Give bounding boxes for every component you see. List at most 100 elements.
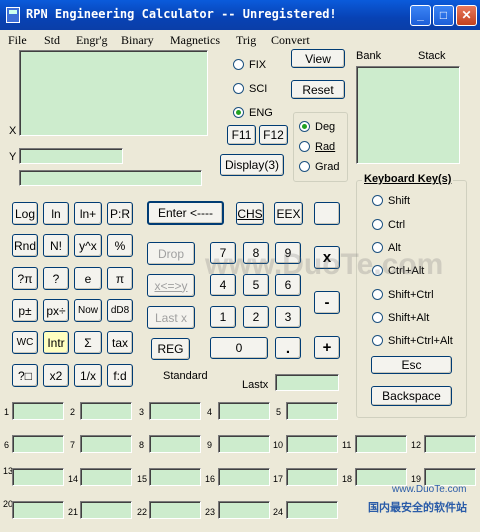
question-button[interactable]: ? [43, 267, 69, 290]
reg-num: 8 [139, 440, 145, 450]
register-10 [286, 435, 338, 453]
lastx-label: Lastx [242, 379, 269, 391]
intr-button[interactable]: Intr [43, 331, 69, 354]
reg-num: 4 [207, 407, 213, 417]
grad-radio[interactable] [299, 161, 310, 172]
rnd-button[interactable]: Rnd [12, 234, 38, 257]
wc-button[interactable]: WC [12, 331, 38, 354]
menu-engrg[interactable]: Engr'g [76, 33, 108, 48]
watermark: www.DuoTe.com [205, 248, 444, 281]
menu-binary[interactable]: Binary [121, 33, 154, 48]
shift-radio[interactable] [372, 195, 383, 206]
px-div-button[interactable]: px÷ [43, 299, 69, 322]
p-plusminus-button[interactable]: p± [12, 299, 38, 322]
menu-convert[interactable]: Convert [271, 33, 310, 48]
reg-num: 23 [205, 507, 216, 517]
fd-button[interactable]: f:d [107, 364, 133, 387]
enter-button[interactable]: Enter <---- [147, 201, 224, 225]
shift-ctrl-alt-radio[interactable] [372, 335, 383, 346]
display3-button[interactable]: Display(3) [220, 154, 284, 176]
reg-button[interactable]: REG [151, 338, 190, 360]
swap-xy-button[interactable]: x<=>y [147, 274, 195, 297]
y-label: Y [9, 151, 17, 163]
standard-label: Standard [163, 370, 208, 382]
ctrl-radio[interactable] [372, 219, 383, 230]
eng-label: ENG [249, 107, 273, 119]
reset-button[interactable]: Reset [291, 80, 345, 99]
pi-button[interactable]: π [107, 267, 133, 290]
register-21 [80, 501, 132, 519]
reg-num: 3 [139, 407, 145, 417]
eng-radio[interactable] [233, 107, 244, 118]
reg-num: 14 [68, 474, 79, 484]
add-button[interactable]: + [314, 336, 340, 359]
x2-button[interactable]: x2 [43, 364, 69, 387]
esc-button[interactable]: Esc [371, 356, 452, 374]
register-3 [149, 402, 201, 420]
percent-button[interactable]: % [107, 234, 133, 257]
register-17 [286, 468, 338, 486]
pr-button[interactable]: P:R [107, 202, 133, 225]
eex-button[interactable]: EEX [274, 202, 303, 225]
e-button[interactable]: e [74, 267, 102, 290]
register-12 [424, 435, 476, 453]
title-bar: RPN Engineering Calculator -- Unregister… [0, 0, 480, 30]
keyboard-title: Keyboard Key(s) [362, 173, 454, 185]
subtract-button[interactable]: - [314, 291, 340, 314]
ypowx-button[interactable]: y^x [74, 234, 102, 257]
menu-std[interactable]: Std [44, 33, 60, 48]
drop-button[interactable]: Drop [147, 242, 195, 265]
log-button[interactable]: Log [12, 202, 38, 225]
shift-ctrl-alt-label: Shift+Ctrl+Alt [388, 335, 453, 347]
last-x-button[interactable]: Last x [147, 306, 195, 329]
ln-button[interactable]: ln [43, 202, 69, 225]
qbox-button[interactable]: ?□ [12, 364, 38, 387]
rad-radio[interactable] [299, 141, 310, 152]
sci-radio[interactable] [233, 83, 244, 94]
digit-3-button[interactable]: 3 [275, 306, 301, 328]
shift-alt-radio[interactable] [372, 312, 383, 323]
digit-2-button[interactable]: 2 [243, 306, 269, 328]
register-1 [12, 402, 64, 420]
shift-ctrl-label: Shift+Ctrl [388, 289, 434, 301]
reg-num: 15 [137, 474, 148, 484]
register-13 [12, 468, 64, 486]
blank-button[interactable] [314, 202, 340, 225]
menu-file[interactable]: File [8, 33, 27, 48]
chs-button[interactable]: CHS [236, 202, 264, 225]
menu-magnetics[interactable]: Magnetics [170, 33, 220, 48]
close-button[interactable]: ✕ [456, 5, 477, 26]
tax-button[interactable]: tax [107, 331, 133, 354]
digit-1-button[interactable]: 1 [210, 306, 236, 328]
maximize-button[interactable]: □ [433, 5, 454, 26]
now-button[interactable]: Now [74, 299, 102, 322]
minimize-button[interactable]: _ [410, 5, 431, 26]
menu-bar: File Std Engr'g Binary Magnetics Trig Co… [0, 30, 480, 48]
reg-num: 13 [3, 466, 14, 476]
menu-trig[interactable]: Trig [236, 33, 256, 48]
nfact-button[interactable]: N! [43, 234, 69, 257]
sci-label: SCI [249, 83, 268, 95]
shift-ctrl-radio[interactable] [372, 289, 383, 300]
digit-0-button[interactable]: 0 [210, 337, 268, 359]
inverse-button[interactable]: 1/x [74, 364, 102, 387]
f11-button[interactable]: F11 [227, 125, 256, 145]
backspace-button[interactable]: Backspace [371, 386, 452, 406]
deg-radio[interactable] [299, 121, 310, 132]
decimal-button[interactable]: . [275, 337, 301, 359]
reg-num: 11 [342, 440, 352, 450]
reg-num: 17 [273, 474, 284, 484]
reg-num: 12 [411, 440, 422, 450]
view-button[interactable]: View [291, 49, 345, 68]
lnplus-button[interactable]: ln+ [74, 202, 102, 225]
fix-radio[interactable] [233, 59, 244, 70]
f12-button[interactable]: F12 [259, 125, 288, 145]
reg-num: 7 [70, 440, 76, 450]
qpi-button[interactable]: ?π [12, 267, 38, 290]
reg-num: 9 [207, 440, 213, 450]
reg-num: 6 [4, 440, 10, 450]
sigma-button[interactable]: Σ [74, 331, 102, 354]
register-16 [218, 468, 270, 486]
reg-num: 22 [137, 507, 148, 517]
dd8-button[interactable]: dD8 [107, 299, 133, 322]
